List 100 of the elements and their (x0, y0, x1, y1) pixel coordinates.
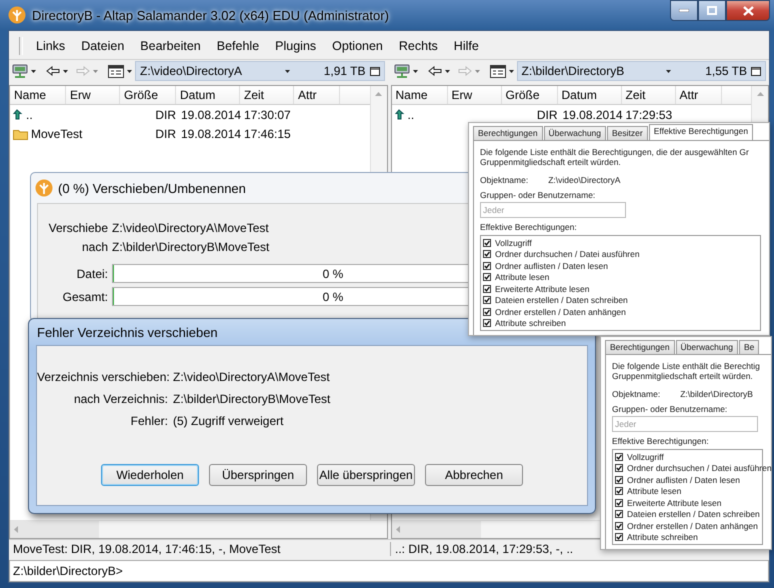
permission-label: Attribute schreiben (627, 532, 698, 542)
file-time: 17:30:07 (244, 108, 291, 122)
checkbox-icon[interactable] (615, 522, 623, 530)
checkbox-icon[interactable] (483, 319, 491, 328)
tab[interactable]: Berechtigungen (605, 340, 675, 354)
checkbox-icon[interactable] (615, 452, 623, 461)
window-title: DirectoryB - Altap Salamander 3.02 (x64) EDU (Administrator) (32, 8, 389, 22)
user-field[interactable]: Jeder (480, 202, 626, 218)
details-view-icon[interactable] (490, 64, 506, 78)
permission-label: Dateien erstellen / Daten schreiben (627, 509, 760, 520)
column-header[interactable]: Größe (502, 86, 558, 104)
menu-item[interactable]: Dateien (73, 39, 132, 53)
caret-icon[interactable] (508, 70, 514, 72)
menu-item[interactable]: Bearbeiten (132, 39, 209, 53)
caret-icon[interactable] (666, 70, 672, 72)
caret-icon[interactable] (444, 70, 450, 72)
column-header[interactable]: Attr (676, 86, 722, 104)
checkbox-icon[interactable] (615, 510, 623, 518)
user-field[interactable]: Jeder (612, 416, 758, 432)
column-header[interactable]: Datum (176, 86, 240, 104)
dialog-button[interactable]: Alle überspringen (317, 464, 415, 486)
tab[interactable]: Überwachung (544, 126, 606, 140)
checkbox-icon[interactable] (483, 273, 491, 282)
checkbox-icon[interactable] (615, 487, 623, 496)
checkbox-icon[interactable] (615, 476, 623, 484)
field-value: Z:\video\DirectoryA\MoveTest (112, 220, 269, 234)
panel-window-icon[interactable] (751, 66, 761, 76)
caret-icon[interactable] (412, 70, 418, 72)
column-header[interactable]: Attr (294, 86, 340, 104)
permission-label: Erweiterte Attribute lesen (627, 498, 722, 508)
network-drive-icon[interactable] (12, 64, 28, 78)
menu-item[interactable]: Optionen (324, 39, 391, 53)
up-arrow-icon (394, 109, 404, 120)
column-header[interactable]: Erw (66, 86, 120, 104)
panel-window-icon[interactable] (370, 66, 380, 76)
file-time: 17:46:15 (244, 126, 291, 140)
path-dropdown[interactable]: Z:\video\DirectoryA 1,91 TB (135, 61, 384, 81)
field-value: Z:\bilder\DirectoryB\MoveTest (173, 392, 330, 406)
field-label: Verzeichnis verschieben: (37, 370, 171, 384)
details-view-icon[interactable] (108, 64, 124, 78)
dialog-button[interactable]: Abbrechen (425, 464, 523, 486)
field-label: Effektive Berechtigungen: (480, 222, 578, 232)
tab[interactable]: Be (739, 340, 760, 354)
caret-icon[interactable] (127, 70, 132, 72)
tab[interactable]: Besitzer (607, 126, 648, 140)
field-label: Effektive Berechtigungen: (612, 436, 710, 446)
checkbox-icon[interactable] (483, 238, 491, 247)
permission-label: Ordner erstellen / Daten anhängen (627, 520, 758, 531)
tab[interactable]: Überwachung (676, 340, 738, 354)
minimize-icon[interactable] (679, 9, 689, 12)
checkbox-icon[interactable] (483, 296, 491, 304)
field-value: Z:\bilder\DirectoryB (680, 389, 753, 399)
progress-reading: 0 % (322, 290, 344, 304)
tab[interactable]: Berechtigungen (473, 126, 543, 140)
dialog-button[interactable]: Wiederholen (101, 464, 199, 486)
menu-item[interactable]: Hilfe (446, 39, 487, 53)
close-icon[interactable] (742, 6, 754, 16)
permission-label: Vollzugriff (495, 238, 532, 248)
column-header[interactable]: Größe (120, 86, 176, 104)
checkbox-icon[interactable] (483, 262, 491, 270)
description-text: Gruppenmitgliedschaft erteilt würden. (480, 157, 622, 167)
permission-label: Ordner durchsuchen / Datei ausführen (627, 463, 772, 474)
menu-item[interactable]: Befehle (208, 39, 268, 53)
file-date: 19.08.2014 (181, 108, 242, 122)
checkbox-icon[interactable] (483, 308, 491, 316)
menu-item[interactable]: Links (28, 39, 74, 53)
checkbox-icon[interactable] (615, 464, 623, 472)
up-arrow-icon (13, 109, 23, 120)
column-header[interactable]: Zeit (622, 86, 676, 104)
field-value: Z:\video\DirectoryA\MoveTest (173, 370, 330, 384)
path-dropdown[interactable]: Z:\bilder\DirectoryB 1,55 TB (516, 61, 766, 81)
caret-icon[interactable] (31, 70, 36, 72)
back-arrow-icon[interactable] (428, 66, 442, 76)
checkbox-icon[interactable] (483, 250, 491, 258)
column-header[interactable]: Name (392, 86, 448, 104)
file-date: 19.08.2014 (181, 126, 242, 140)
checkbox-icon[interactable] (483, 284, 491, 293)
menu-item[interactable]: Plugins (267, 39, 324, 53)
menu-item[interactable]: Rechts (390, 39, 446, 53)
checkbox-icon[interactable] (615, 498, 623, 507)
permission-label: Erweiterte Attribute lesen (495, 284, 590, 294)
network-drive-icon[interactable] (394, 64, 410, 78)
column-header[interactable]: Datum (558, 86, 622, 104)
caret-icon[interactable] (284, 70, 290, 72)
tab[interactable]: Effektive Berechtigungen (648, 124, 754, 140)
field-value: Z:\video\DirectoryA (548, 175, 620, 185)
file-size: DIR (155, 126, 176, 140)
description-text: Gruppenmitgliedschaft erteilt würden. (612, 371, 754, 381)
column-header[interactable]: Name (10, 86, 66, 104)
description-text: Die folgende Liste enthält die Berechtig (612, 361, 761, 371)
folder-icon (13, 128, 28, 140)
field-label: Objektname: (480, 175, 528, 185)
back-arrow-icon[interactable] (46, 66, 60, 76)
column-header[interactable]: Zeit (240, 86, 294, 104)
progress-label: Datei: (76, 266, 109, 280)
permission-label: Attribute schreiben (495, 318, 566, 328)
checkbox-icon[interactable] (615, 533, 623, 542)
column-header[interactable]: Erw (448, 86, 502, 104)
caret-icon[interactable] (63, 70, 68, 72)
dialog-button[interactable]: Überspringen (209, 464, 307, 486)
